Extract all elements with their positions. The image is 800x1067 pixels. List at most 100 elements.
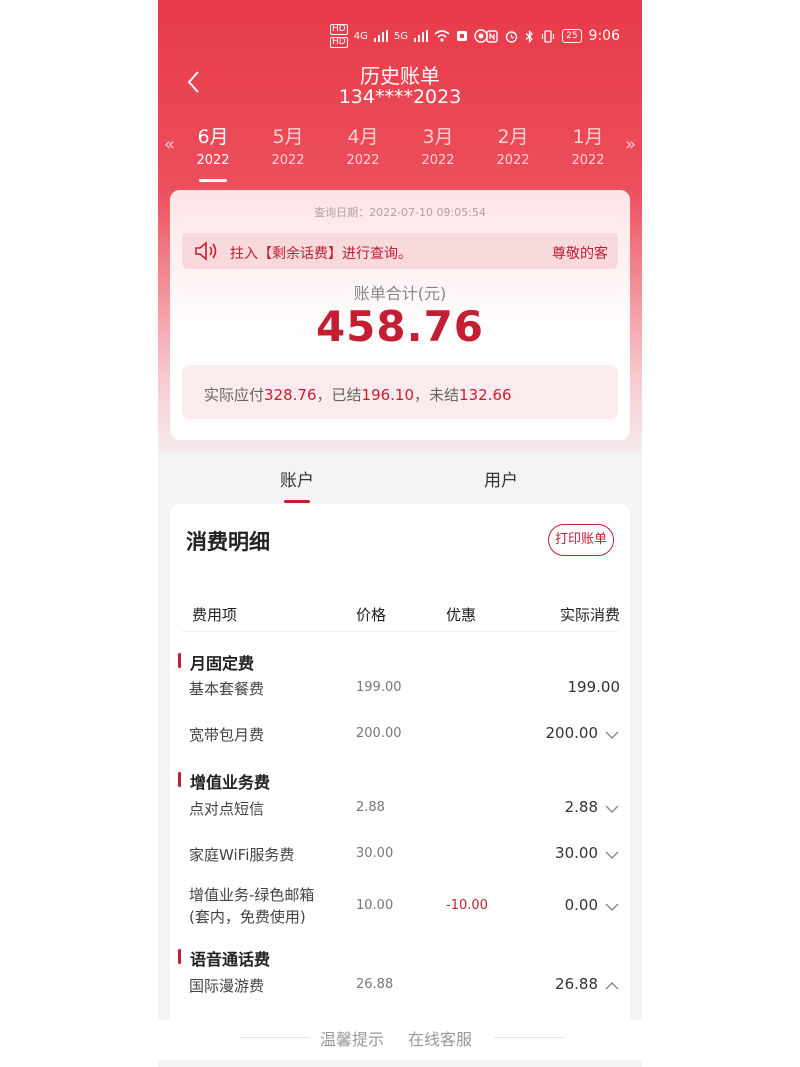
row-price: 199.00 xyxy=(356,680,402,695)
payment-summary: 实际应付328.76，已结196.10，未结132.66 xyxy=(182,365,618,419)
month-tab-june[interactable]: 6月 2022 xyxy=(183,122,243,182)
due-value: 328.76 xyxy=(264,386,317,404)
month-year: 2022 xyxy=(421,153,455,168)
signal-5g-label: 5G xyxy=(393,30,408,42)
signal-icon xyxy=(413,30,428,42)
chevron-down-icon[interactable] xyxy=(604,899,620,915)
month-label: 3月 xyxy=(422,126,454,148)
section-value-added: 增值业务费 xyxy=(178,769,270,793)
view-tabs: 账户 用户 xyxy=(158,452,642,504)
print-bill-button[interactable]: 打印账单 xyxy=(548,524,614,556)
row-name: 宽带包月费 xyxy=(189,726,265,744)
chevron-up-icon[interactable] xyxy=(604,978,620,994)
nfc-icon xyxy=(486,29,498,43)
row-name: 点对点短信 xyxy=(189,800,265,818)
row-actual: 26.88 xyxy=(555,975,598,993)
status-right: 25 9:06 xyxy=(486,22,620,50)
online-service-link[interactable]: 在线客服 xyxy=(408,1026,472,1050)
phone-screen: HD HD 4G 5G 25 9:06 历史账单 134****2023 « 6… xyxy=(158,0,642,1067)
row-price: 200.00 xyxy=(356,726,402,741)
double-chevron-left-icon[interactable]: « xyxy=(164,134,175,155)
signal-icon xyxy=(373,30,388,42)
row-actual: 200.00 xyxy=(545,724,599,742)
double-chevron-right-icon[interactable]: » xyxy=(625,134,636,155)
section-voice-calls: 语音通话费 xyxy=(178,946,270,970)
query-date: 查询日期：2022-07-10 09:05:54 xyxy=(314,206,486,219)
month-tab-april[interactable]: 4月 2022 xyxy=(333,122,393,168)
status-bar: HD HD 4G 5G 25 9:06 xyxy=(158,22,642,50)
unpaid-label: ，未结 xyxy=(414,386,460,404)
month-year: 2022 xyxy=(346,153,380,168)
header-price: 价格 xyxy=(356,606,387,624)
battery-icon: 25 xyxy=(562,29,582,43)
status-left: HD HD 4G 5G xyxy=(330,22,488,50)
row-price: 2.88 xyxy=(356,800,385,815)
row-name: 家庭WiFi服务费 xyxy=(189,846,295,864)
speaker-icon xyxy=(195,241,217,261)
unpaid-value: 132.66 xyxy=(459,386,512,404)
month-year: 2022 xyxy=(196,153,230,168)
divider xyxy=(494,1037,564,1038)
detail-title: 消费明细 xyxy=(186,530,270,554)
row-discount: -10.00 xyxy=(446,898,488,913)
section-monthly-fixed: 月固定费 xyxy=(178,650,254,674)
table-header: 费用项 价格 优惠 实际消费 xyxy=(170,596,630,632)
row-actual: 199.00 xyxy=(567,678,621,696)
alarm-icon xyxy=(505,30,518,43)
tab-account[interactable]: 账户 xyxy=(280,466,314,503)
month-year: 2022 xyxy=(571,153,605,168)
due-label: 实际应付 xyxy=(204,386,265,404)
paid-value: 196.10 xyxy=(361,386,415,404)
month-tab-february[interactable]: 2月 2022 xyxy=(483,122,543,168)
total-label: 账单合计(元) xyxy=(353,284,447,303)
hd-badges: HD HD xyxy=(330,24,348,48)
vibrate-icon xyxy=(541,29,555,43)
consumption-detail-card: 消费明细 打印账单 费用项 价格 优惠 实际消费 月固定费 基本套餐费 199.… xyxy=(170,504,630,1044)
tips-link[interactable]: 温馨提示 xyxy=(320,1026,384,1050)
row-actual: 2.88 xyxy=(564,798,598,816)
footer-bar: 温馨提示 在线客服 xyxy=(158,1020,642,1060)
row-name-line1: 增值业务-绿色邮箱 xyxy=(189,886,315,904)
month-label: 1月 xyxy=(572,126,604,148)
month-tab-may[interactable]: 5月 2022 xyxy=(258,122,318,168)
chevron-down-icon[interactable] xyxy=(604,727,620,743)
wifi-icon xyxy=(434,30,450,42)
paid-label: ，已结 xyxy=(316,386,362,404)
row-name: 基本套餐费 xyxy=(189,680,265,698)
signal-4g-label: 4G xyxy=(353,30,368,42)
row-price: 26.88 xyxy=(356,977,394,992)
bill-summary-card: 查询日期：2022-07-10 09:05:54 拄入【剩余话费】进行查询。 尊… xyxy=(170,190,630,440)
header-discount: 优惠 xyxy=(446,606,477,624)
row-name: 增值业务-绿色邮箱 (套内，免费使用) xyxy=(189,884,314,928)
notice-text: 拄入【剩余话费】进行查询。 xyxy=(230,246,412,262)
header-actual: 实际消费 xyxy=(559,606,620,624)
month-tab-january[interactable]: 1月 2022 xyxy=(558,122,618,168)
chevron-down-icon[interactable] xyxy=(604,847,620,863)
row-actual: 30.00 xyxy=(555,844,598,862)
month-tab-march[interactable]: 3月 2022 xyxy=(408,122,468,168)
month-label: 2月 xyxy=(497,126,529,148)
divider xyxy=(240,1037,310,1038)
bluetooth-icon xyxy=(525,29,534,43)
month-label: 6月 xyxy=(197,126,229,148)
month-label: 5月 xyxy=(272,126,304,148)
hd-badge: HD xyxy=(330,24,348,35)
row-actual: 0.00 xyxy=(564,896,598,914)
row-name: 国际漫游费 xyxy=(189,977,265,995)
app-notification-icon xyxy=(456,31,467,41)
month-year: 2022 xyxy=(496,153,530,168)
row-name-line2: (套内，免费使用) xyxy=(189,908,306,926)
tab-user[interactable]: 用户 xyxy=(484,466,518,491)
page-title: 历史账单 xyxy=(360,64,440,88)
chevron-down-icon[interactable] xyxy=(604,801,620,817)
month-selector: « 6月 2022 5月 2022 4月 2022 3月 2022 2月 202… xyxy=(158,118,642,182)
hd-badge: HD xyxy=(330,37,348,48)
phone-number: 134****2023 xyxy=(338,86,462,108)
status-time: 9:06 xyxy=(588,28,620,44)
month-year: 2022 xyxy=(271,153,305,168)
header-item: 费用项 xyxy=(192,606,238,624)
notice-banner[interactable]: 拄入【剩余话费】进行查询。 尊敬的客 xyxy=(182,233,618,269)
row-price: 30.00 xyxy=(356,846,394,861)
notice-text-tail: 尊敬的客 xyxy=(552,246,608,262)
total-amount: 458.76 xyxy=(315,302,485,351)
